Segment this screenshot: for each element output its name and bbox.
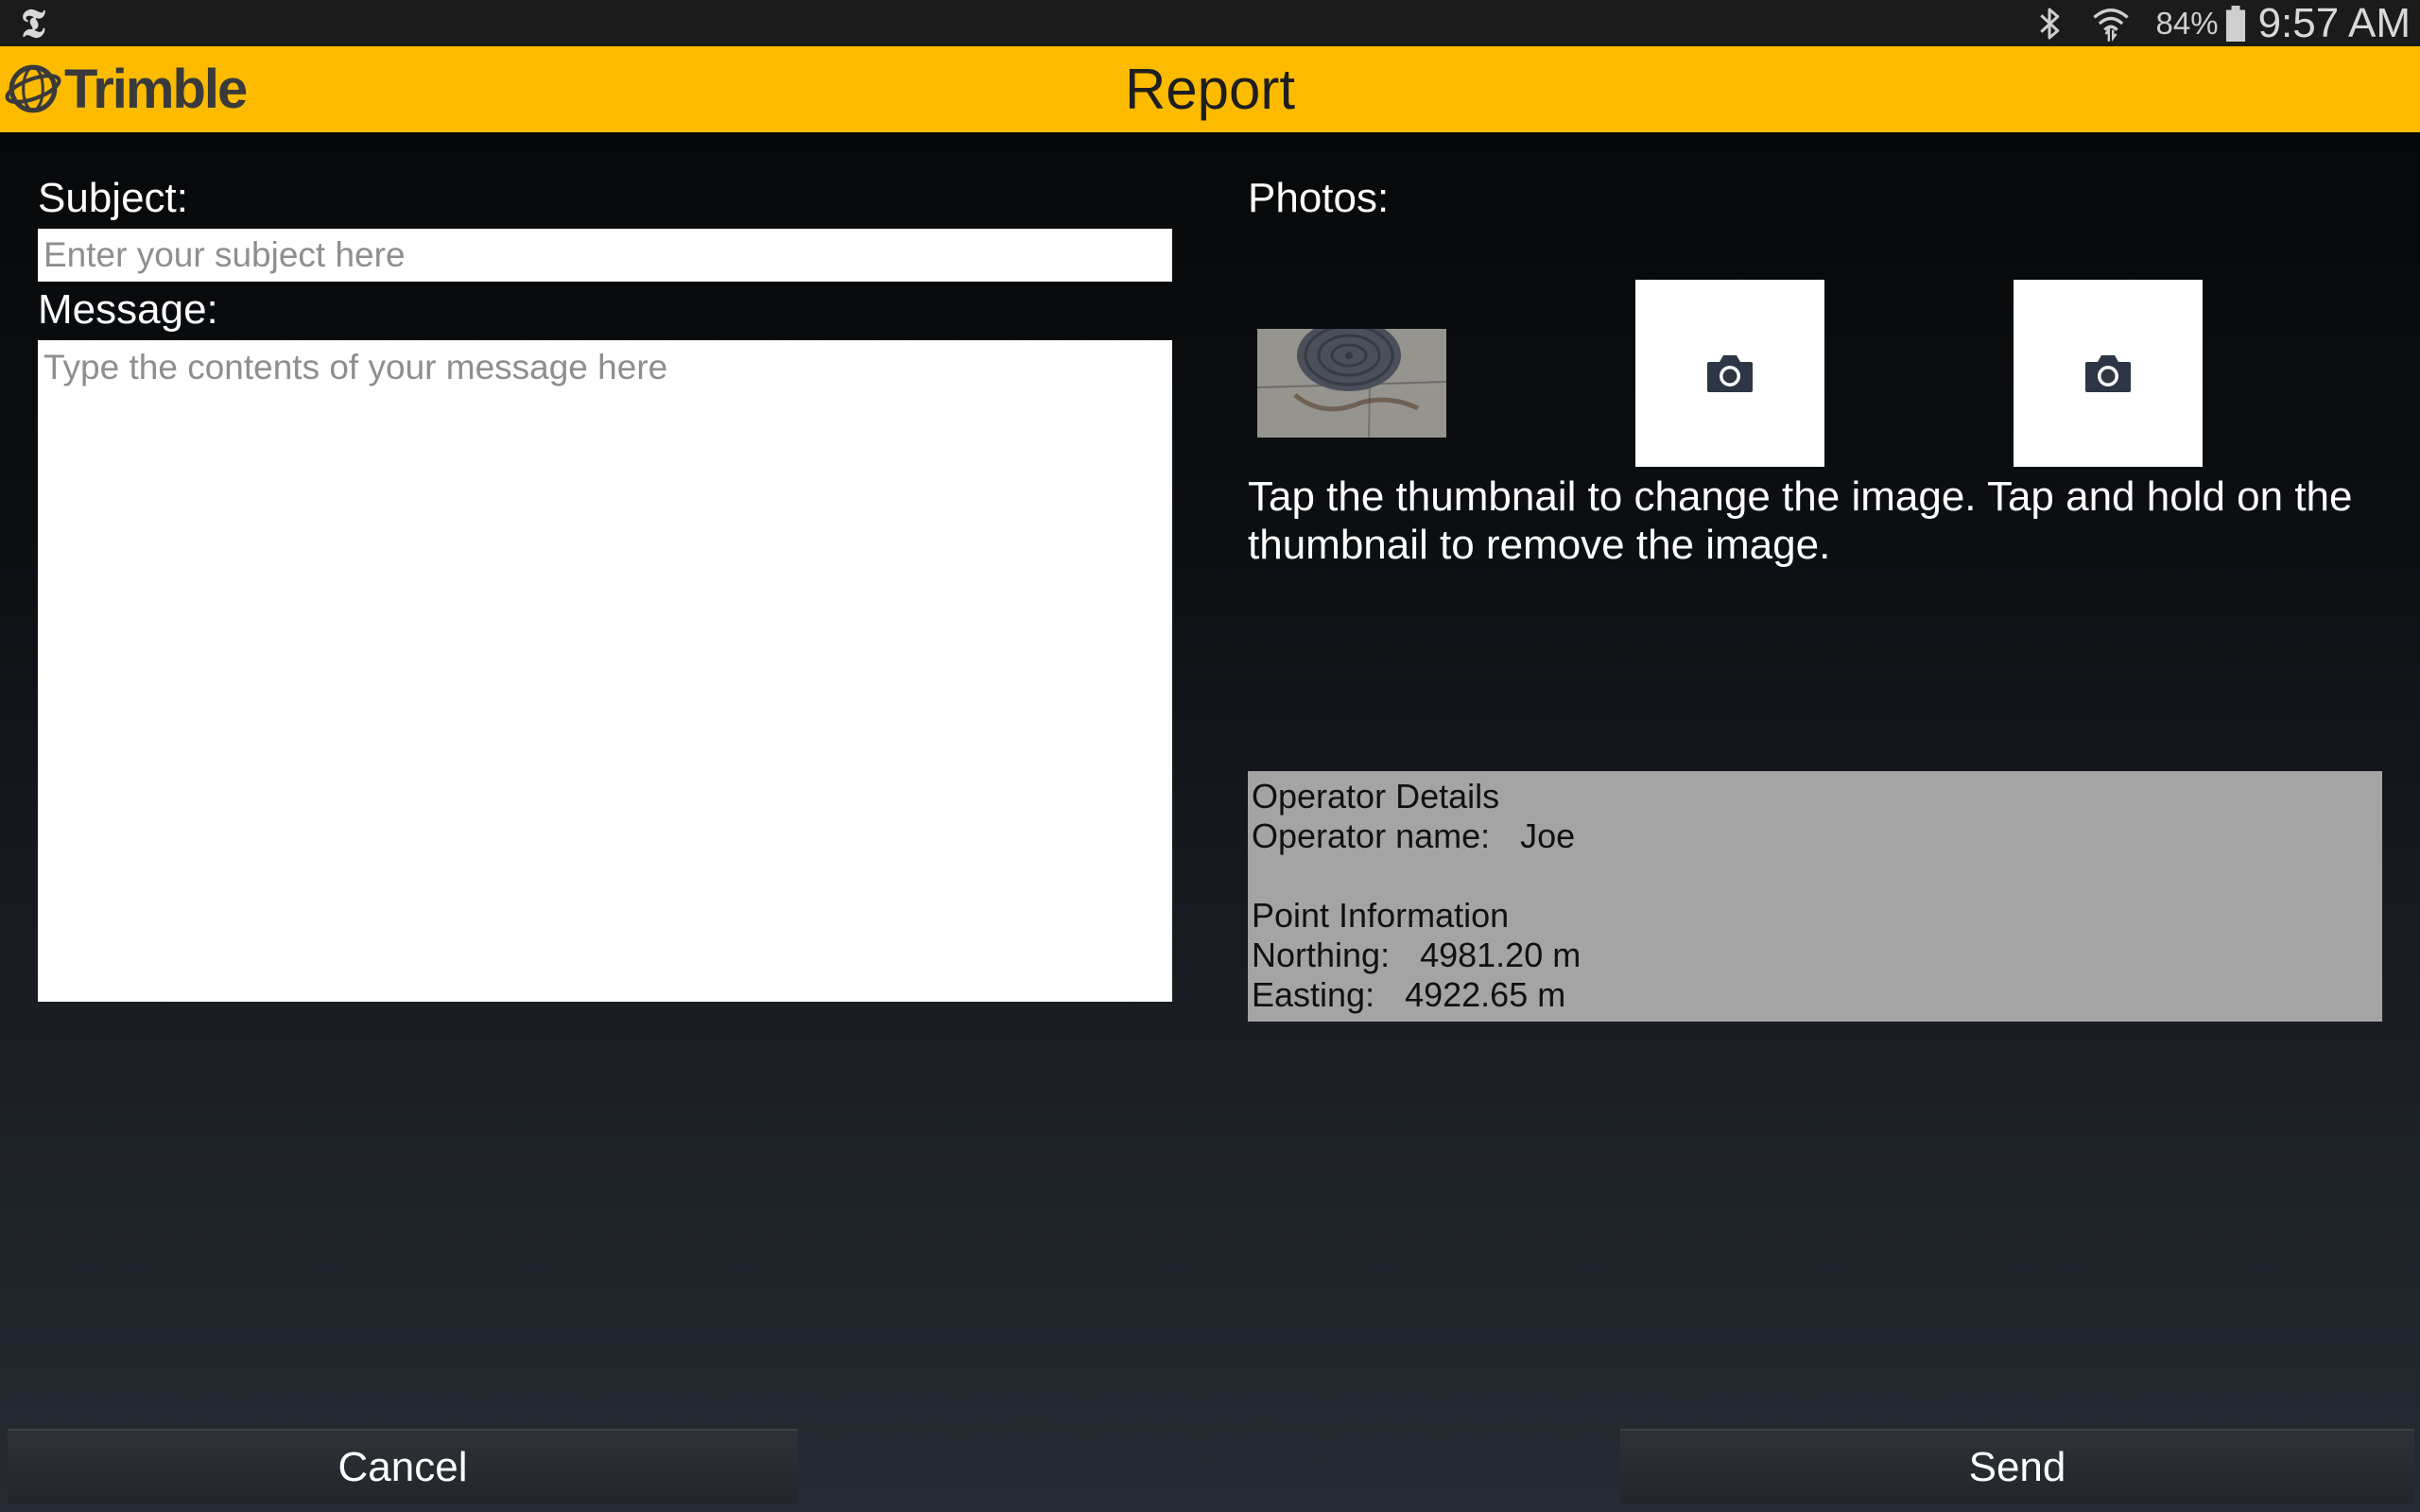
easting-row: Easting: 4922.65 m: [1252, 975, 2382, 1015]
photo-thumbnail[interactable]: [1257, 329, 1446, 438]
subject-label: Subject:: [38, 175, 188, 221]
northing-label: Northing:: [1252, 936, 1391, 974]
trimble-logo: Trimble: [4, 58, 248, 120]
subject-input[interactable]: [38, 229, 1172, 282]
nyt-icon: 𝕿: [21, 0, 45, 46]
easting-value: 4922.65 m: [1405, 975, 1566, 1014]
status-bar: 𝕿 84% 9:57 AM: [0, 0, 2420, 46]
operator-name-value: Joe: [1520, 816, 1576, 855]
bluetooth-icon: [2039, 8, 2059, 39]
clock: 9:57 AM: [2257, 0, 2411, 46]
cancel-button[interactable]: Cancel: [8, 1429, 798, 1504]
photo-slot-empty[interactable]: [2014, 280, 2203, 467]
manhole-photo-icon: [1257, 329, 1446, 438]
send-button[interactable]: Send: [1620, 1429, 2414, 1504]
battery-percent: 84%: [2155, 5, 2219, 41]
photos-label: Photos:: [1248, 175, 1390, 221]
easting-label: Easting:: [1252, 975, 1375, 1014]
operator-details-heading: Operator Details: [1252, 777, 1500, 816]
operator-info-panel: Operator Details Operator name: Joe Point…: [1248, 771, 2382, 1022]
status-icons: 84% 9:57 AM: [2033, 0, 2411, 46]
message-label: Message:: [38, 286, 218, 333]
operator-name-label: Operator name:: [1252, 816, 1491, 855]
title-bar: Report Trimble: [0, 46, 2420, 132]
photos-hint: Tap the thumbnail to change the image. T…: [1248, 473, 2353, 568]
photo-slot-empty[interactable]: [1635, 280, 1824, 467]
page-title: Report: [1124, 58, 1296, 121]
wifi-icon: [2092, 8, 2129, 42]
operator-name-row: Operator name: Joe: [1252, 816, 2382, 856]
logo-text: Trimble: [64, 58, 248, 120]
northing-row: Northing: 4981.20 m: [1252, 936, 2382, 975]
trimble-globe-icon: [5, 64, 61, 113]
camera-icon: [1707, 355, 1753, 392]
camera-icon: [2085, 355, 2131, 392]
northing-value: 4981.20 m: [1420, 936, 1582, 974]
battery-icon: [2225, 5, 2245, 42]
message-input[interactable]: [38, 340, 1172, 1002]
point-information-heading: Point Information: [1252, 896, 1510, 935]
